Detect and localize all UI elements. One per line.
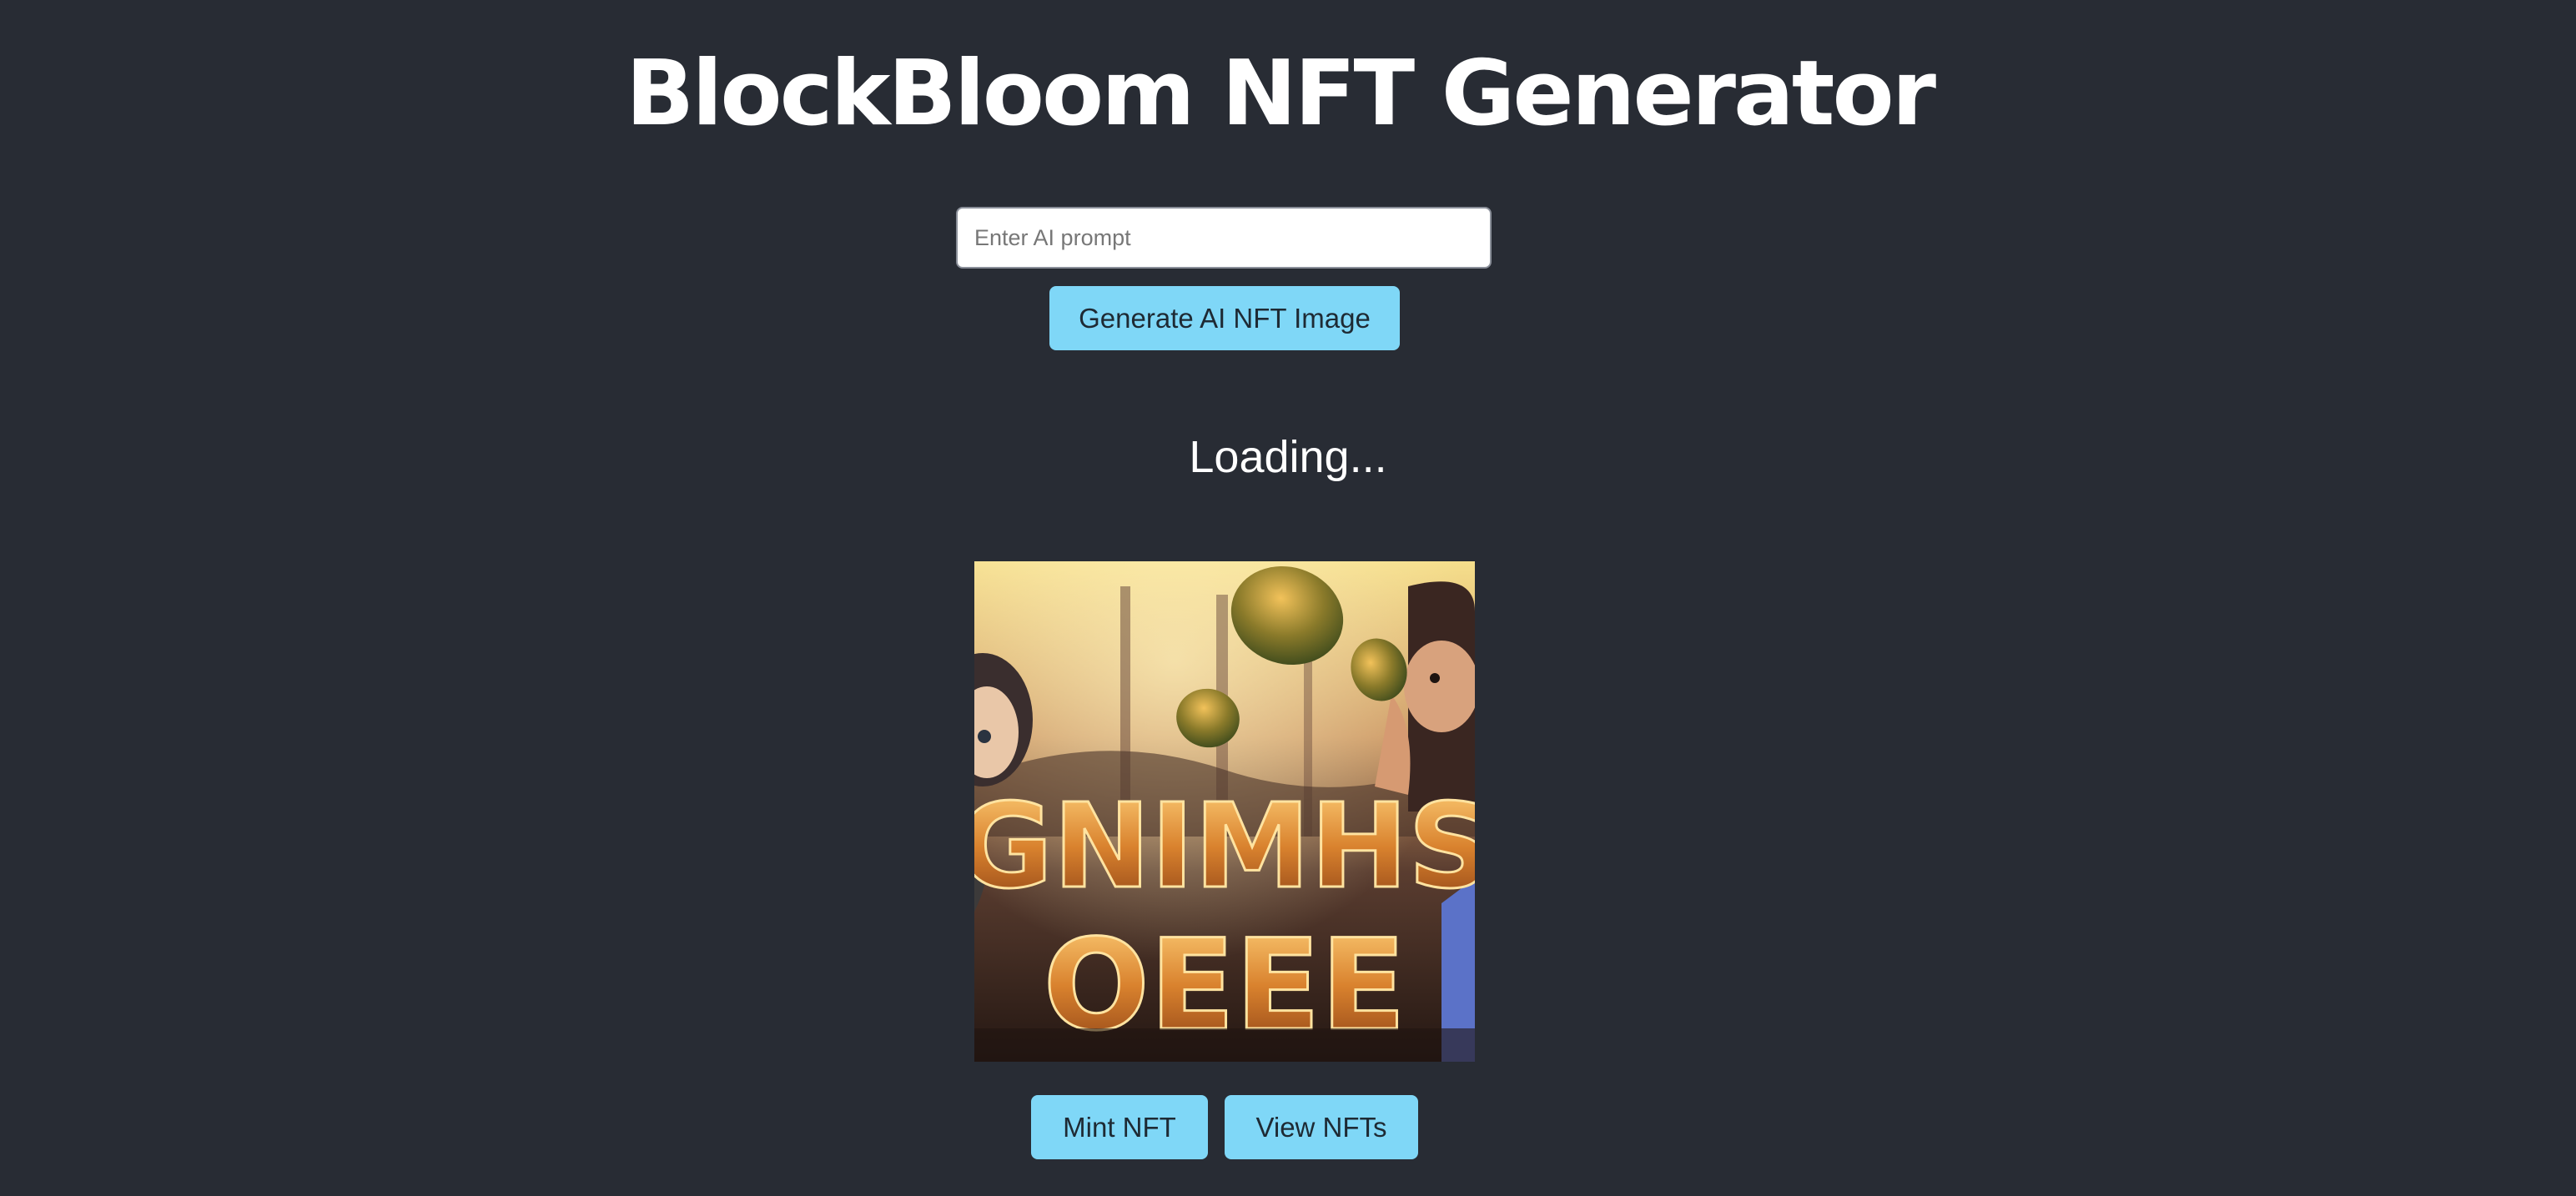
generated-nft-image: GNIMHS OEEE [974, 561, 1475, 1062]
page-title: BlockBloom NFT Generator [626, 42, 1936, 146]
mint-nft-button[interactable]: Mint NFT [1031, 1095, 1208, 1159]
view-nfts-button[interactable]: View NFTs [1225, 1095, 1418, 1159]
artwork-text-line1: GNIMHS [974, 779, 1475, 915]
nft-artwork: GNIMHS OEEE [974, 561, 1475, 1062]
generate-nft-button[interactable]: Generate AI NFT Image [1049, 286, 1400, 350]
loading-status: Loading... [1189, 432, 1387, 482]
ai-prompt-input[interactable] [956, 207, 1492, 269]
app-page: BlockBloom NFT Generator Generate AI NFT… [0, 0, 2576, 1196]
